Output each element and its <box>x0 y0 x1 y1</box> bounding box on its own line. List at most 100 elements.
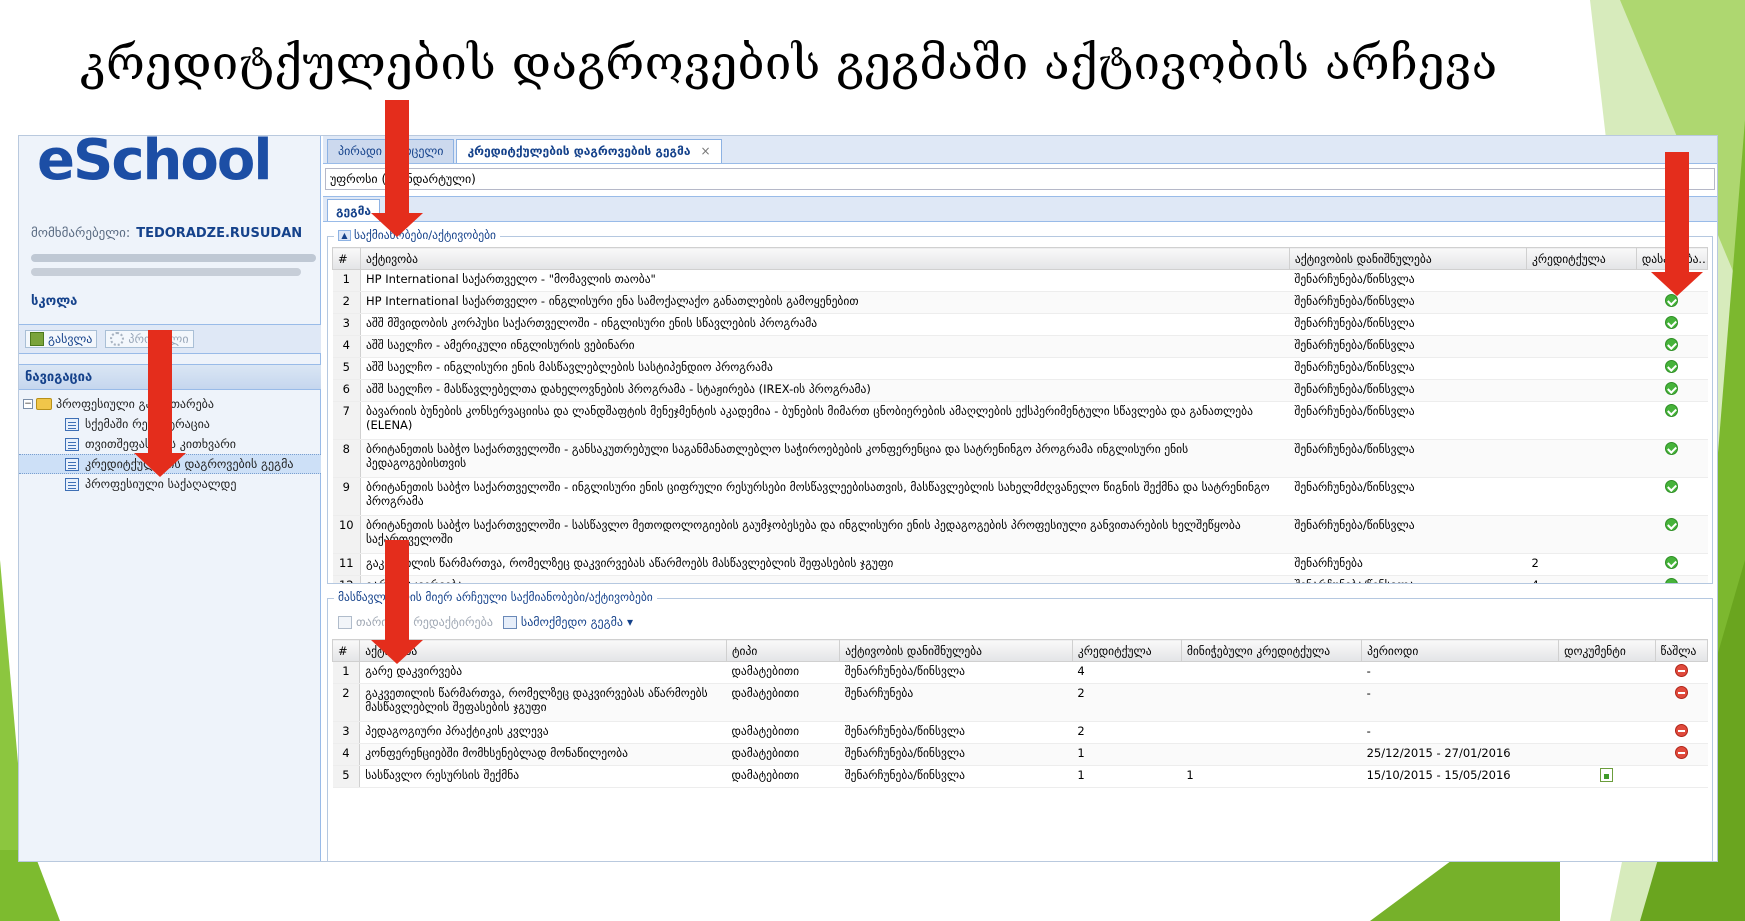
col-purpose[interactable]: აქტივობის დანიშნულება <box>839 639 1073 662</box>
row-number: 3 <box>332 313 362 336</box>
delete-icon[interactable] <box>1674 664 1688 677</box>
check-icon[interactable] <box>1665 556 1679 569</box>
activities-table: # აქტივობა აქტივობის დანიშნულება კრედიტქ… <box>332 247 1708 583</box>
col-credit[interactable]: კრედიტქულა <box>1525 247 1637 270</box>
check-icon[interactable] <box>1665 518 1679 531</box>
col-credit[interactable]: კრედიტქულა <box>1071 639 1182 662</box>
purpose-cell: შენარჩუნება/წინსვლა <box>1289 269 1527 292</box>
table-row[interactable]: 6 აშშ საელჩო - მასწავლებელთა დახელოვნების… <box>332 379 1708 402</box>
action-plan-button[interactable]: სამოქმედო გეგმა ▾ <box>502 615 633 629</box>
eschool-window: eSchool მომხმარებელი: TEDORADZE.RUSUDAN ს… <box>18 135 1718 862</box>
credit-cell: 2 <box>1072 683 1182 722</box>
check-icon[interactable] <box>1665 480 1679 493</box>
status-combo[interactable]: უფროსი (სტანდარტული) <box>325 168 1715 190</box>
activity-cell: აშშ საელჩო - ინგლისური ენის მასწავლებლებ… <box>360 357 1290 380</box>
folder-icon <box>36 398 52 410</box>
type-cell: დამატებითი <box>726 743 840 766</box>
delete-icon[interactable] <box>1674 686 1688 699</box>
col-num[interactable]: # <box>332 639 361 662</box>
check-icon[interactable] <box>1665 338 1679 351</box>
table-row[interactable]: 7 ბავარიის ბუნების კონსერვაციისა და ლანდშ… <box>332 401 1708 440</box>
selected-activities-fieldset: მასწავლებლის მიერ არჩეული საქმიანობები/ა… <box>327 590 1713 861</box>
purpose-cell: შენარჩუნება/წინსვლა <box>1289 401 1527 440</box>
allowed-cell <box>1636 477 1708 516</box>
period-cell: - <box>1361 661 1559 684</box>
period-cell: 25/12/2015 - 27/01/2016 <box>1361 743 1559 766</box>
selected-header-row: # აქტივობა ტიპი აქტივობის დანიშნულება კრ… <box>332 639 1708 662</box>
document-cell <box>1558 765 1656 788</box>
purpose-cell: შენარჩუნება/წინსვლა <box>1289 313 1527 336</box>
download-icon[interactable] <box>1600 768 1614 782</box>
table-row[interactable]: 4 აშშ საელჩო - ამერიკული ინგლისურის ვებინ… <box>332 335 1708 358</box>
table-row[interactable]: 8 ბრიტანეთის საბჭო საქართველოში - განსაკუ… <box>332 439 1708 478</box>
exit-button[interactable]: გასვლა <box>25 330 98 348</box>
table-row[interactable]: 1 HP International საქართველო - "მომავლის… <box>332 269 1708 292</box>
purpose-cell: შენარჩუნება <box>839 683 1073 722</box>
table-row[interactable]: 11 გაკვეთილის წარმართვა, რომელზეც დაკვირვ… <box>332 553 1708 576</box>
row-number: 1 <box>332 269 362 292</box>
purpose-cell: შენარჩუნება/წინსვლა <box>1289 291 1527 314</box>
delete-cell <box>1655 661 1708 684</box>
check-icon[interactable] <box>1665 404 1679 417</box>
col-type[interactable]: ტიპი <box>726 639 841 662</box>
row-number: 10 <box>332 515 362 554</box>
col-purpose[interactable]: აქტივობის დანიშნულება <box>1288 247 1527 270</box>
document-cell <box>1558 661 1656 684</box>
credit-cell <box>1526 357 1637 380</box>
activity-cell: ბრიტანეთის საბჭო საქართველოში - სასწავლო… <box>360 515 1290 554</box>
collapse-up-icon[interactable]: ▲ <box>338 229 351 241</box>
table-row[interactable]: 3 პედაგოგიური პრაქტიკის კვლევა დამატებითი შ… <box>332 721 1708 744</box>
credit-cell: 2 <box>1072 721 1182 744</box>
gear-icon <box>110 332 125 346</box>
check-icon[interactable] <box>1665 578 1679 583</box>
col-activity[interactable]: აქტივობა <box>360 247 1290 270</box>
activity-cell: ბრიტანეთის საბჭო საქართველოში - ინგლისურ… <box>360 477 1290 516</box>
delete-icon[interactable] <box>1674 724 1688 737</box>
col-period[interactable]: პერიოდი <box>1361 639 1560 662</box>
assigned-credit-cell <box>1181 683 1362 722</box>
delete-icon[interactable] <box>1674 746 1688 759</box>
tree-item-portfolio[interactable]: პროფესიული საქაღალდე <box>19 474 321 494</box>
list-icon <box>65 477 79 491</box>
activity-cell: გარე დაკვირვება <box>359 661 727 684</box>
check-icon[interactable] <box>1665 382 1679 395</box>
row-number: 6 <box>332 379 362 402</box>
table-row[interactable]: 12გარე დაკვირვებაშენარჩუნება/წინსვლა4 <box>332 575 1708 583</box>
check-icon[interactable] <box>1665 442 1679 455</box>
col-delete[interactable]: წაშლა <box>1654 639 1708 662</box>
table-row[interactable]: 9 ბრიტანეთის საბჭო საქართველოში - ინგლისუ… <box>332 477 1708 516</box>
table-row[interactable]: 2 HP International საქართველო - ინგლისური… <box>332 291 1708 314</box>
tab-credit-plan[interactable]: კრედიტქულების დაგროვების გეგმა × <box>456 139 722 163</box>
row-number: 12 <box>332 575 362 583</box>
table-row[interactable]: 5 სასწავლო რესურსის შექმნა დამატებითი შენარ… <box>332 765 1708 788</box>
purpose-cell: შენარჩუნება/წინსვლა <box>1289 575 1527 583</box>
table-row[interactable]: 3 აშშ მშვიდობის კორპუსი საქართველოში - ინ… <box>332 313 1708 336</box>
credit-cell <box>1526 313 1637 336</box>
collapse-icon[interactable]: − <box>23 399 33 409</box>
credit-cell <box>1526 291 1637 314</box>
col-document[interactable]: დოკუმენტი <box>1558 639 1656 662</box>
col-assigned-credit[interactable]: მინიჭებული კრედიტქულა <box>1180 639 1363 662</box>
allowed-cell <box>1636 379 1708 402</box>
check-icon[interactable] <box>1665 360 1679 373</box>
row-number: 2 <box>332 291 362 314</box>
table-row[interactable]: 5 აშშ საელჩო - ინგლისური ენის მასწავლებლე… <box>332 357 1708 380</box>
table-row[interactable]: 4 კონფერენციებში მომხსენებლად მონაწილეობა… <box>332 743 1708 766</box>
table-row[interactable]: 10 ბრიტანეთის საბჭო საქართველოში - სასწავ… <box>332 515 1708 554</box>
table-row[interactable]: 2 გაკვეთილის წარმართვა, რომელზეც დაკვირვე… <box>332 683 1708 722</box>
row-number: 9 <box>332 477 362 516</box>
table-row[interactable]: 1 გარე დაკვირვება დამატებითი შენარჩუნება/წი… <box>332 661 1708 684</box>
assigned-credit-cell <box>1181 721 1362 744</box>
selected-grid: # აქტივობა ტიპი აქტივობის დანიშნულება კრ… <box>332 639 1708 861</box>
document-cell <box>1558 683 1656 722</box>
edit-date-button[interactable]: თარიღის რედაქტირება <box>338 615 493 629</box>
close-icon[interactable]: × <box>700 144 710 158</box>
col-num[interactable]: # <box>332 247 362 270</box>
credit-cell <box>1526 439 1637 478</box>
user-name: TEDORADZE.RUSUDAN <box>136 226 303 241</box>
delete-cell <box>1655 721 1708 744</box>
allowed-cell <box>1636 357 1708 380</box>
period-cell: - <box>1361 683 1559 722</box>
check-icon[interactable] <box>1665 316 1679 329</box>
tree-item-label: პროფესიული საქაღალდე <box>85 477 237 491</box>
